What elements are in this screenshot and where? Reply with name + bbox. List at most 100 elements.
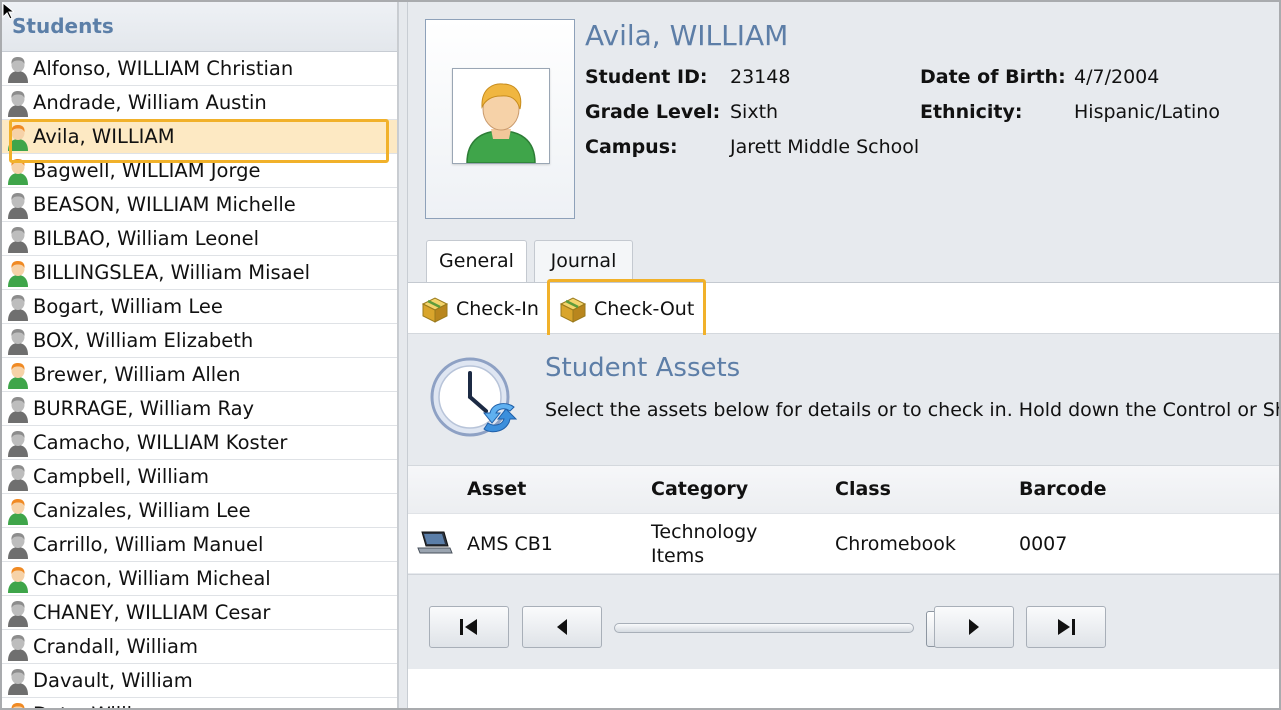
column-header-asset[interactable]: Asset xyxy=(467,478,526,500)
student-gray-icon xyxy=(8,328,28,355)
student-orange-icon xyxy=(8,362,28,389)
student-list-item[interactable]: Avila, WILLIAM xyxy=(2,120,397,154)
student-gray-icon xyxy=(8,56,28,83)
ethnicity-label: Ethnicity: xyxy=(920,101,1023,123)
student-list-item[interactable]: Brewer, William Allen xyxy=(2,358,397,392)
student-name-label: Chacon, William Micheal xyxy=(33,567,271,590)
tab-general[interactable]: General xyxy=(426,240,527,283)
barcode-cell: 0007 xyxy=(1019,533,1068,555)
main-panel: Avila, WILLIAM Student ID: 23148 Grade L… xyxy=(408,2,1279,708)
asset-cell: AMS CB1 xyxy=(467,533,553,555)
student-list-item[interactable]: Doty, William xyxy=(2,698,397,708)
student-name-label: Crandall, William xyxy=(33,635,198,658)
student-name-label: Bagwell, WILLIAM Jorge xyxy=(33,159,261,182)
student-gray-icon xyxy=(8,430,28,457)
check-in-label: Check-In xyxy=(456,298,539,320)
previous-icon xyxy=(557,619,567,635)
student-name-label: Brewer, William Allen xyxy=(33,363,241,386)
table-row[interactable]: AMS CB1 Technology Items Chromebook 0007 xyxy=(408,514,1279,572)
student-name-label: Bogart, William Lee xyxy=(33,295,223,318)
pager xyxy=(408,574,1279,669)
column-header-category[interactable]: Category xyxy=(651,478,748,500)
student-photo xyxy=(452,68,550,164)
campus-label: Campus: xyxy=(585,136,678,158)
student-assets-title: Student Assets xyxy=(545,353,741,383)
app-window: Students Alfonso, WILLIAM Christian Andra… xyxy=(0,0,1281,710)
student-list-item[interactable]: BURRAGE, William Ray xyxy=(2,392,397,426)
student-name-label: Canizales, William Lee xyxy=(33,499,251,522)
column-header-class[interactable]: Class xyxy=(835,478,891,500)
package-icon xyxy=(421,297,449,323)
tab-journal[interactable]: Journal xyxy=(534,240,633,282)
student-orange-icon xyxy=(8,498,28,525)
laptop-icon xyxy=(417,531,453,554)
sidebar-title: Students xyxy=(2,2,397,52)
package-icon xyxy=(559,297,587,323)
student-gray-icon xyxy=(8,90,28,117)
student-list-item[interactable]: Camacho, WILLIAM Koster xyxy=(2,426,397,460)
student-orange-icon xyxy=(11,702,25,708)
clock-refresh-icon xyxy=(430,357,518,437)
student-gray-icon xyxy=(8,396,28,423)
tab-bar: General Journal xyxy=(408,240,1279,283)
student-name-label: Doty, William xyxy=(33,703,163,708)
students-sidebar: Students Alfonso, WILLIAM Christian Andra… xyxy=(2,2,398,708)
student-name-label: Andrade, William Austin xyxy=(33,91,267,114)
previous-page-button[interactable] xyxy=(522,606,602,648)
page-slider-track[interactable] xyxy=(614,623,914,633)
student-list-item[interactable]: CHANEY, WILLIAM Cesar xyxy=(2,596,397,630)
student-name-label: Carrillo, William Manuel xyxy=(33,533,264,556)
student-gray-icon xyxy=(8,600,28,627)
grade-level-value: Sixth xyxy=(730,101,779,123)
student-assets-section: Student Assets Select the assets below f… xyxy=(408,335,1279,465)
student-gray-icon xyxy=(8,192,28,219)
toolbar: Check-In Check-Out xyxy=(408,282,1279,334)
dob-value: 4/7/2004 xyxy=(1074,66,1160,88)
student-orange-icon xyxy=(8,566,28,593)
check-out-label: Check-Out xyxy=(594,298,695,320)
skip-last-icon xyxy=(1058,619,1075,635)
student-gray-icon xyxy=(8,294,28,321)
student-list-item[interactable]: Bagwell, WILLIAM Jorge xyxy=(2,154,397,188)
mouse-cursor-icon xyxy=(2,2,14,20)
last-page-button[interactable] xyxy=(1026,606,1106,648)
student-name-label: Campbell, William xyxy=(33,465,210,488)
skip-first-icon xyxy=(460,619,477,635)
class-cell: Chromebook xyxy=(835,533,956,555)
grade-level-label: Grade Level: xyxy=(585,101,721,123)
category-cell: Technology Items xyxy=(651,520,757,568)
student-gray-icon xyxy=(8,464,28,491)
student-name-label: BEASON, WILLIAM Michelle xyxy=(33,193,296,216)
check-out-button[interactable]: Check-Out xyxy=(558,293,694,325)
student-list-item[interactable]: Crandall, William xyxy=(2,630,397,664)
student-list-item[interactable]: Carrillo, William Manuel xyxy=(2,528,397,562)
next-page-button[interactable] xyxy=(934,606,1014,648)
campus-value: Jarett Middle School xyxy=(730,136,920,158)
student-orange-icon xyxy=(8,158,28,185)
column-header-barcode[interactable]: Barcode xyxy=(1019,478,1106,500)
student-list-item[interactable]: Davault, William xyxy=(2,664,397,698)
student-list-item[interactable]: Alfonso, WILLIAM Christian xyxy=(2,52,397,86)
student-name-label: Camacho, WILLIAM Koster xyxy=(33,431,288,454)
student-list-item[interactable]: BEASON, WILLIAM Michelle xyxy=(2,188,397,222)
student-gray-icon xyxy=(8,634,28,661)
student-name-label: CHANEY, WILLIAM Cesar xyxy=(33,601,271,624)
check-in-button[interactable]: Check-In xyxy=(420,293,539,325)
student-list-item[interactable]: Chacon, William Micheal xyxy=(2,562,397,596)
student-gray-icon xyxy=(8,226,28,253)
first-page-button[interactable] xyxy=(429,606,509,648)
student-list-item[interactable]: BILLINGSLEA, William Misael xyxy=(2,256,397,290)
student-list-item[interactable]: Campbell, William xyxy=(2,460,397,494)
student-name-label: Davault, William xyxy=(33,669,193,692)
student-list-item[interactable]: Andrade, William Austin xyxy=(2,86,397,120)
student-list-item[interactable]: Bogart, William Lee xyxy=(2,290,397,324)
student-list-item[interactable]: Canizales, William Lee xyxy=(2,494,397,528)
assets-table: Asset Category Class Barcode AMS CB1 Tec… xyxy=(408,465,1279,573)
category-line-2: Items xyxy=(651,545,705,567)
student-list-item[interactable]: BOX, William Elizabeth xyxy=(2,324,397,358)
student-list-item[interactable]: BILBAO, William Leonel xyxy=(2,222,397,256)
student-avatar-icon xyxy=(453,69,549,164)
splitter[interactable] xyxy=(398,2,408,708)
dob-label: Date of Birth: xyxy=(920,66,1066,88)
ethnicity-value: Hispanic/Latino xyxy=(1074,101,1220,123)
